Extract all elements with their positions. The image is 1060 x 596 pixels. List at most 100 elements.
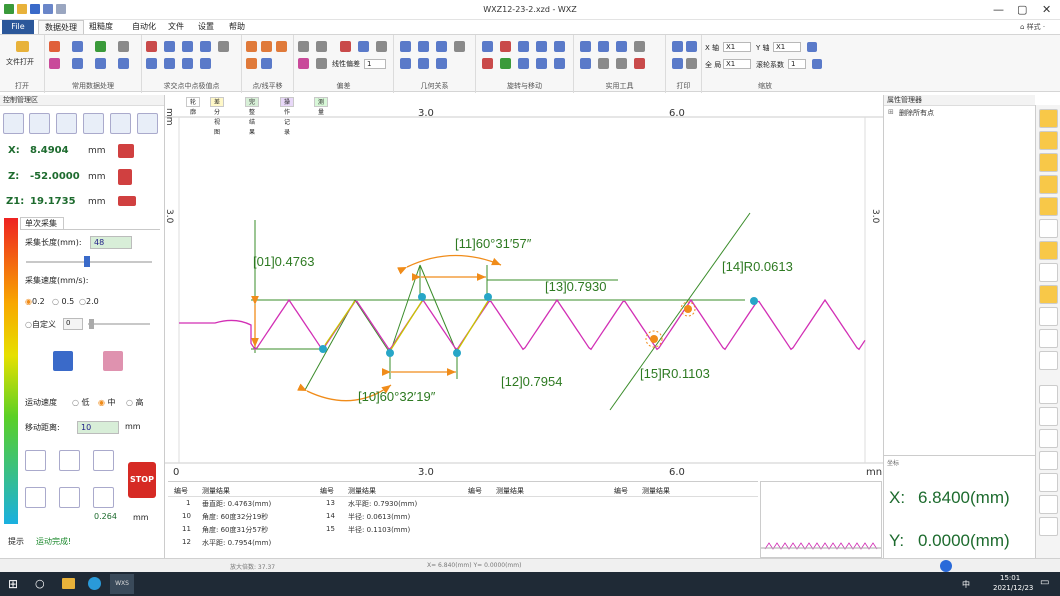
collect-length-input[interactable]: 48 <box>90 236 132 249</box>
offset-tool-icon[interactable] <box>1039 329 1058 348</box>
rotate-relation-icon[interactable] <box>436 58 447 69</box>
menu-roughness[interactable]: 粗糙度 <box>83 20 119 34</box>
restore-button[interactable]: ▢ <box>1017 3 1027 16</box>
move-left-button[interactable] <box>25 450 46 471</box>
stop-button[interactable]: STOP <box>128 462 156 498</box>
taskbar-ime[interactable]: 中 <box>962 579 970 590</box>
shift-parallel-icon[interactable] <box>261 58 272 69</box>
linear-deviation-select[interactable]: 1 <box>364 59 386 69</box>
angle-dim-icon[interactable] <box>1039 407 1058 426</box>
move-icon[interactable] <box>482 41 493 52</box>
table-row-result[interactable]: 角度: 60度31分57秒 <box>202 525 268 535</box>
slope-icon[interactable] <box>454 41 465 52</box>
table-row-id[interactable]: 13 <box>326 499 335 507</box>
radio-icon[interactable]: ○ <box>72 398 79 407</box>
move-right-button[interactable] <box>25 487 46 508</box>
shift-left-icon[interactable] <box>246 41 257 52</box>
height-tool-icon[interactable] <box>95 58 106 69</box>
profile-canvas[interactable]: mm 3.0 6.0 0 3.0 6.0 mn 3.0 3.0 [01]0.47… <box>165 95 883 478</box>
table-icon[interactable] <box>616 41 627 52</box>
search-relation-icon[interactable] <box>418 58 429 69</box>
tab-profile[interactable]: 轮廓 <box>186 97 201 116</box>
shift-line-icon[interactable] <box>246 58 257 69</box>
deviation-bars-icon[interactable] <box>376 41 387 52</box>
min-point-icon[interactable] <box>146 58 157 69</box>
close-button[interactable]: ✕ <box>1042 3 1051 16</box>
report-icon[interactable] <box>634 41 645 52</box>
table-row-result[interactable]: 半径: 0.1103(mm) <box>348 525 410 535</box>
radio-icon[interactable]: ○ <box>52 297 59 306</box>
browser-icon[interactable] <box>88 577 101 590</box>
length-slider-thumb[interactable] <box>84 256 90 267</box>
circle2-tool-icon[interactable] <box>1039 473 1058 492</box>
tab-diff-view[interactable]: 差分视图 <box>210 97 225 136</box>
menu-settings[interactable]: 设置 <box>192 20 220 34</box>
center-point-icon[interactable] <box>182 58 193 69</box>
radio-selected-icon[interactable]: ◉ <box>25 297 32 306</box>
parallel-tool-icon[interactable] <box>1039 307 1058 326</box>
undo-icon[interactable] <box>598 58 609 69</box>
style-menu[interactable]: ⌂ 样式 · <box>1020 22 1045 32</box>
extreme-icon[interactable] <box>182 41 193 52</box>
custom-slider-thumb[interactable] <box>89 319 94 329</box>
width-tool-icon[interactable] <box>118 58 129 69</box>
midpoint-icon[interactable] <box>164 41 175 52</box>
search-icon[interactable] <box>554 58 565 69</box>
deviation-arc-icon[interactable] <box>340 41 351 52</box>
copy-icon[interactable] <box>580 41 591 52</box>
rotate-cw-icon[interactable] <box>554 41 565 52</box>
tree-expand-icon[interactable]: ⊞ <box>888 108 894 116</box>
folder-open-icon[interactable] <box>16 41 29 52</box>
roll-apply-icon[interactable] <box>812 59 822 69</box>
overview-thumbnail[interactable] <box>760 481 882 558</box>
table-row-id[interactable]: 12 <box>182 538 191 546</box>
zoom-apply-icon[interactable] <box>807 42 817 52</box>
auto-batch-button[interactable] <box>56 113 77 134</box>
minimize-button[interactable]: — <box>993 3 1004 16</box>
speed-option-2-0[interactable]: ○2.0 <box>79 297 99 306</box>
length-dim-icon[interactable] <box>1039 429 1058 448</box>
custom-option[interactable]: ○自定义 <box>25 319 56 330</box>
menu-automation[interactable]: 自动化 <box>126 20 162 34</box>
slash-tool-icon[interactable] <box>1039 285 1058 304</box>
delete-tool-icon[interactable] <box>1039 109 1058 128</box>
speed-option-0-2[interactable]: ◉0.2 <box>25 297 45 306</box>
radio-selected-icon[interactable]: ◉ <box>98 398 105 407</box>
translate-icon[interactable] <box>500 58 511 69</box>
tab-operation-log[interactable]: 操作记录 <box>280 97 295 136</box>
angle-icon[interactable] <box>436 41 447 52</box>
line-draw-icon[interactable] <box>1039 153 1058 172</box>
circle-relation-icon[interactable] <box>400 58 411 69</box>
table-row-result[interactable]: 角度: 60度32分19秒 <box>202 512 268 522</box>
center-tool-icon[interactable] <box>1039 131 1058 150</box>
circle-tool-icon[interactable] <box>1039 451 1058 470</box>
menu-file-cn[interactable]: 文件 <box>162 20 190 34</box>
wave-point-icon[interactable] <box>200 58 211 69</box>
stop-collect-button[interactable] <box>103 351 123 371</box>
ime-icon[interactable] <box>940 560 952 572</box>
table-row-id[interactable]: 10 <box>182 512 191 520</box>
shift-right-icon[interactable] <box>261 41 272 52</box>
mirror-icon[interactable] <box>500 41 511 52</box>
print-options-icon[interactable] <box>686 58 697 69</box>
radio-icon[interactable]: ○ <box>126 398 133 407</box>
hatch-tool-icon[interactable] <box>1039 351 1058 370</box>
radio-icon[interactable]: ○ <box>25 320 32 329</box>
print-preview-icon[interactable] <box>672 58 683 69</box>
deviation-lines-icon[interactable] <box>316 58 327 69</box>
point-tool-icon[interactable] <box>49 58 60 69</box>
taskbar-app-wxs[interactable]: WXS <box>110 574 134 594</box>
parallel-icon[interactable] <box>418 41 429 52</box>
deviation-clock-icon[interactable] <box>358 41 369 52</box>
flip-icon[interactable] <box>518 41 529 52</box>
intersect-icon[interactable] <box>146 41 157 52</box>
print-setup-icon[interactable] <box>686 41 697 52</box>
move-speed-high[interactable]: ○ 高 <box>126 397 144 408</box>
shift-up-icon[interactable] <box>276 41 287 52</box>
deviation-pen-icon[interactable] <box>298 58 309 69</box>
move-speed-mid[interactable]: ◉ 中 <box>98 397 116 408</box>
copy-tool-icon[interactable] <box>1039 517 1058 536</box>
file-explorer-icon[interactable] <box>62 578 75 589</box>
arc-draw-icon[interactable] <box>1039 241 1058 260</box>
table-row-result[interactable]: 水平距: 0.7930(mm) <box>348 499 417 509</box>
